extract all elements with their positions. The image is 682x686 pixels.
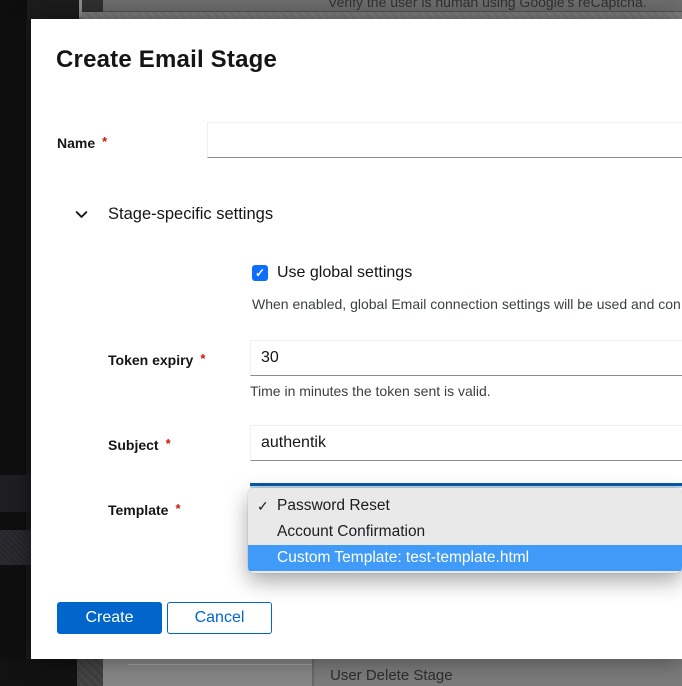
background-table-cell [103,659,312,686]
sidebar-item-dimmed-selected [0,530,31,565]
sidebar-rail [0,19,31,659]
background-table-row-stripe [82,12,682,19]
token-expiry-help: Time in minutes the token sent is valid. [250,383,682,399]
use-global-settings-help: When enabled, global Email connection se… [252,296,682,312]
dimmed-background-bottom: User Delete Stage [0,659,682,686]
subject-input[interactable] [250,425,682,461]
subject-label: Subject* [108,437,171,453]
background-dark-cell [82,0,103,12]
token-expiry-input[interactable] [250,340,682,376]
token-expiry-label: Token expiry* [108,352,205,368]
chevron-down-icon [75,208,88,221]
stage-specific-settings-toggle[interactable]: Stage-specific settings [75,205,273,224]
background-table-border [128,664,312,665]
background-sidebar-bottom [0,659,77,686]
background-sidebar-strip [0,0,27,19]
section-label: Stage-specific settings [108,205,273,224]
recaptcha-description-text: Verify the user is human using Google's … [328,0,647,10]
required-asterisk: * [102,134,107,149]
background-column-divider [312,659,314,686]
required-asterisk: * [166,436,171,451]
background-gutter [77,659,103,686]
create-email-stage-modal: Create Email Stage Name* Stage-specific … [31,19,682,659]
template-dropdown-popup: ✓ Password Reset Account Confirmation Cu… [248,488,682,573]
use-global-settings-label[interactable]: Use global settings [277,264,412,282]
dimmed-background-top: Verify the user is human using Google's … [0,0,682,19]
required-asterisk: * [200,351,205,366]
sidebar-item-dimmed [0,475,31,512]
selected-check-icon: ✓ [257,493,269,519]
background-sidebar-strip-2 [27,0,79,19]
dropdown-option-password-reset[interactable]: ✓ Password Reset [248,493,682,519]
screen: Verify the user is human using Google's … [0,0,682,686]
name-label: Name* [57,135,107,151]
modal-title: Create Email Stage [56,46,277,74]
cancel-button[interactable]: Cancel [167,602,272,634]
name-input[interactable] [207,122,682,158]
checkmark-icon: ✓ [255,266,265,280]
create-button[interactable]: Create [57,602,162,634]
dropdown-option-custom-template[interactable]: Custom Template: test-template.html [248,545,682,571]
dropdown-option-account-confirmation[interactable]: Account Confirmation [248,519,682,545]
required-asterisk: * [175,501,180,516]
background-row-label: User Delete Stage [330,667,453,684]
use-global-settings-checkbox[interactable]: ✓ [252,265,268,281]
background-table-row: Verify the user is human using Google's … [103,0,682,12]
template-label: Template* [108,502,181,518]
